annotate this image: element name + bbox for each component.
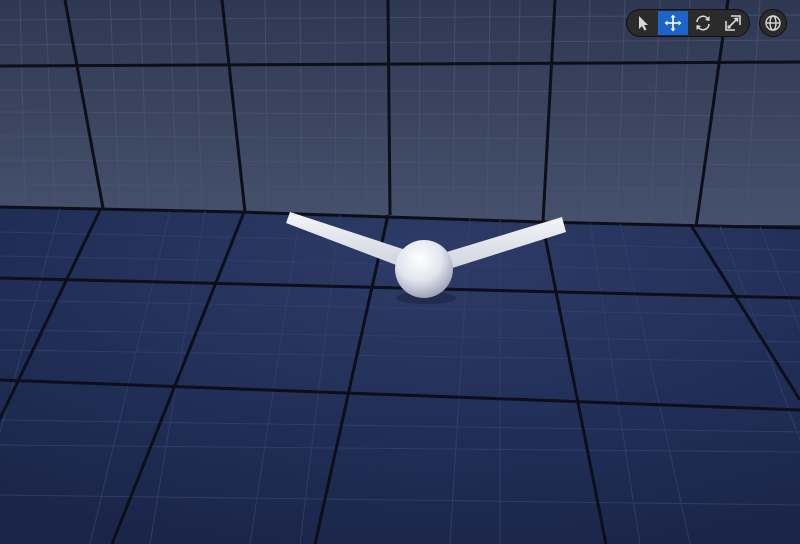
- rotate-icon: [696, 15, 710, 31]
- scene-canvas[interactable]: [0, 0, 800, 544]
- viewport-transform-toolbar: [626, 9, 787, 37]
- rotate-mode-button[interactable]: [688, 11, 718, 35]
- sphere-mesh[interactable]: [395, 240, 453, 298]
- level-viewport[interactable]: [0, 0, 800, 544]
- translate-move-icon: [664, 14, 682, 32]
- transform-mode-group: [626, 9, 750, 37]
- coordinate-space-toggle[interactable]: [759, 9, 787, 37]
- translate-mode-button[interactable]: [658, 11, 688, 35]
- select-mode-button[interactable]: [628, 11, 658, 35]
- scale-mode-button[interactable]: [718, 11, 748, 35]
- select-arrow-icon: [639, 16, 648, 31]
- scale-icon: [725, 15, 741, 31]
- globe-world-space-icon: [765, 15, 781, 31]
